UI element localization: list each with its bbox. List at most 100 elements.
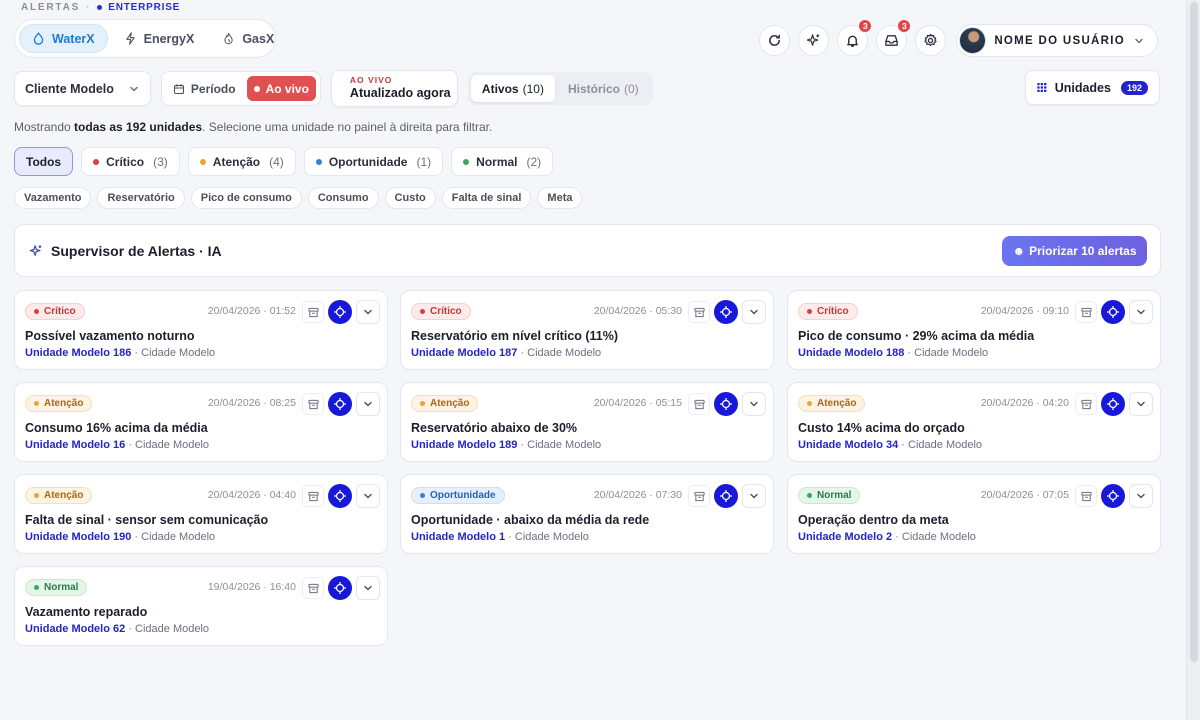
alert-timestamp: 20/04/2026 · 07:30 bbox=[593, 489, 682, 501]
locate-unit-button[interactable] bbox=[714, 484, 738, 508]
inbox-button[interactable]: 3 bbox=[876, 19, 912, 56]
ai-assistant-button[interactable] bbox=[798, 25, 830, 56]
archive-button[interactable] bbox=[302, 577, 324, 599]
alert-card[interactable]: Crítico 20/04/2026 · 09:10 Pico de consu… bbox=[787, 290, 1161, 370]
alert-card[interactable]: Atenção 20/04/2026 · 08:25 Consumo 16% a… bbox=[14, 382, 388, 462]
expand-button[interactable] bbox=[742, 392, 766, 416]
severity-filter-critico[interactable]: Crítico (3) bbox=[81, 147, 180, 176]
alert-card[interactable]: Atenção 20/04/2026 · 04:40 Falta de sina… bbox=[14, 474, 388, 554]
tab-historico[interactable]: Histórico (0) bbox=[557, 75, 650, 102]
refresh-button[interactable] bbox=[759, 25, 791, 56]
archive-icon bbox=[307, 491, 319, 501]
type-filter-meta[interactable]: Meta bbox=[537, 187, 583, 209]
archive-button[interactable] bbox=[1075, 301, 1097, 323]
locate-unit-button[interactable] bbox=[328, 484, 352, 508]
alert-unit-link[interactable]: Unidade Modelo 188 bbox=[798, 347, 904, 359]
calendar-icon bbox=[173, 83, 184, 94]
expand-button[interactable] bbox=[1129, 484, 1153, 508]
alert-city: · Cidade Modelo bbox=[892, 531, 976, 543]
expand-button[interactable] bbox=[356, 392, 380, 416]
alert-unit-link[interactable]: Unidade Modelo 2 bbox=[798, 531, 892, 543]
results-summary: Mostrando todas as 192 unidades. Selecio… bbox=[14, 120, 492, 134]
type-filter-vazamento[interactable]: Vazamento bbox=[14, 187, 92, 209]
locate-unit-button[interactable] bbox=[714, 300, 738, 324]
expand-button[interactable] bbox=[742, 484, 766, 508]
expand-button[interactable] bbox=[356, 484, 380, 508]
expand-button[interactable] bbox=[742, 300, 766, 324]
type-filter-custo[interactable]: Custo bbox=[384, 187, 436, 209]
page-scrollbar[interactable] bbox=[1186, 0, 1200, 720]
expand-button[interactable] bbox=[356, 300, 380, 324]
expand-button[interactable] bbox=[356, 576, 380, 600]
header-actions: 3 3 NOME DO USUÁRIO bbox=[759, 19, 1158, 57]
notifications-button[interactable]: 3 bbox=[837, 19, 873, 56]
severity-label: Crítico bbox=[44, 306, 76, 317]
product-tab-waterx[interactable]: WaterX bbox=[19, 24, 108, 53]
alert-city: · Cidade Modelo bbox=[904, 347, 989, 359]
severity-filter-oportunidade[interactable]: Oportunidade (1) bbox=[303, 147, 444, 176]
alert-card[interactable]: Crítico 20/04/2026 · 05:30 Reservatório … bbox=[400, 290, 774, 370]
severity-filter-todos[interactable]: Todos bbox=[14, 147, 74, 176]
period-option[interactable]: Período bbox=[166, 76, 243, 101]
alert-unit-link[interactable]: Unidade Modelo 189 bbox=[411, 439, 517, 451]
severity-badge: Atenção bbox=[25, 487, 93, 504]
alert-card[interactable]: Normal 20/04/2026 · 07:05 Operação dentr… bbox=[787, 474, 1161, 554]
archive-button[interactable] bbox=[302, 393, 324, 415]
scrollbar-thumb[interactable] bbox=[1190, 2, 1198, 662]
locate-unit-button[interactable] bbox=[1101, 392, 1125, 416]
locate-unit-button[interactable] bbox=[1101, 300, 1125, 324]
archive-icon bbox=[693, 491, 705, 501]
archive-button[interactable] bbox=[302, 301, 324, 323]
alert-unit-link[interactable]: Unidade Modelo 62 bbox=[25, 623, 125, 635]
prioritize-alerts-button[interactable]: ☻ Priorizar 10 alertas bbox=[1002, 236, 1147, 266]
locate-unit-button[interactable] bbox=[328, 300, 352, 324]
alert-unit-link[interactable]: Unidade Modelo 34 bbox=[798, 439, 898, 451]
tab-label: Ativos bbox=[481, 81, 519, 96]
archive-button[interactable] bbox=[1075, 485, 1097, 507]
alert-unit-link[interactable]: Unidade Modelo 190 bbox=[25, 531, 131, 543]
alert-unit-link[interactable]: Unidade Modelo 16 bbox=[25, 439, 125, 451]
type-filter-reservatorio[interactable]: Reservatório bbox=[97, 187, 185, 209]
severity-dot-icon bbox=[34, 401, 39, 406]
user-menu[interactable]: NOME DO USUÁRIO bbox=[956, 24, 1158, 57]
archive-button[interactable] bbox=[688, 301, 710, 323]
expand-button[interactable] bbox=[1129, 392, 1153, 416]
units-panel-button[interactable]: Unidades 192 bbox=[1025, 70, 1160, 105]
summary-prefix: Mostrando bbox=[14, 120, 75, 134]
avatar bbox=[959, 27, 987, 54]
locate-unit-button[interactable] bbox=[714, 392, 738, 416]
archive-button[interactable] bbox=[688, 393, 710, 415]
locate-unit-button[interactable] bbox=[1101, 484, 1125, 508]
type-filter-pico-de-consumo[interactable]: Pico de consumo bbox=[190, 187, 302, 209]
severity-filter-atencao[interactable]: Atenção (4) bbox=[187, 147, 296, 176]
alert-card[interactable]: Atenção 20/04/2026 · 05:15 Reservatório … bbox=[400, 382, 774, 462]
type-filter-falta-de-sinal[interactable]: Falta de sinal bbox=[441, 187, 532, 209]
type-filter-consumo[interactable]: Consumo bbox=[307, 187, 379, 209]
live-option[interactable]: Ao vivo bbox=[246, 76, 316, 101]
chip-label: Todos bbox=[26, 154, 62, 169]
archive-button[interactable] bbox=[1075, 393, 1097, 415]
tab-ativos[interactable]: Ativos (10) bbox=[470, 75, 555, 102]
alert-unit-link[interactable]: Unidade Modelo 186 bbox=[25, 347, 131, 359]
product-tab-energyx[interactable]: EnergyX bbox=[112, 24, 207, 53]
severity-filter-normal[interactable]: Normal (2) bbox=[451, 147, 554, 176]
alert-unit-link[interactable]: Unidade Modelo 187 bbox=[411, 347, 517, 359]
alert-unit-link[interactable]: Unidade Modelo 1 bbox=[411, 531, 505, 543]
archive-button[interactable] bbox=[302, 485, 324, 507]
severity-label: Crítico bbox=[817, 306, 849, 317]
locate-unit-button[interactable] bbox=[328, 392, 352, 416]
client-select[interactable]: Cliente Modelo bbox=[14, 71, 151, 106]
alert-card[interactable]: Normal 19/04/2026 · 16:40 Vazamento repa… bbox=[14, 566, 388, 646]
time-mode-toggle: Período Ao vivo bbox=[160, 71, 321, 106]
alert-location: Unidade Modelo 1 · Cidade Modelo bbox=[411, 531, 589, 543]
archive-button[interactable] bbox=[688, 485, 710, 507]
expand-button[interactable] bbox=[1129, 300, 1153, 324]
product-tab-gasx[interactable]: GasX bbox=[210, 24, 286, 53]
sparkle-icon bbox=[29, 244, 42, 256]
alert-card[interactable]: Crítico 20/04/2026 · 01:52 Possível vaza… bbox=[14, 290, 388, 370]
alert-card[interactable]: Atenção 20/04/2026 · 04:20 Custo 14% aci… bbox=[787, 382, 1161, 462]
settings-button[interactable] bbox=[915, 25, 947, 56]
locate-unit-button[interactable] bbox=[328, 576, 352, 600]
units-count-badge: 192 bbox=[1120, 80, 1148, 95]
alert-card[interactable]: Oportunidade 20/04/2026 · 07:30 Oportuni… bbox=[400, 474, 774, 554]
